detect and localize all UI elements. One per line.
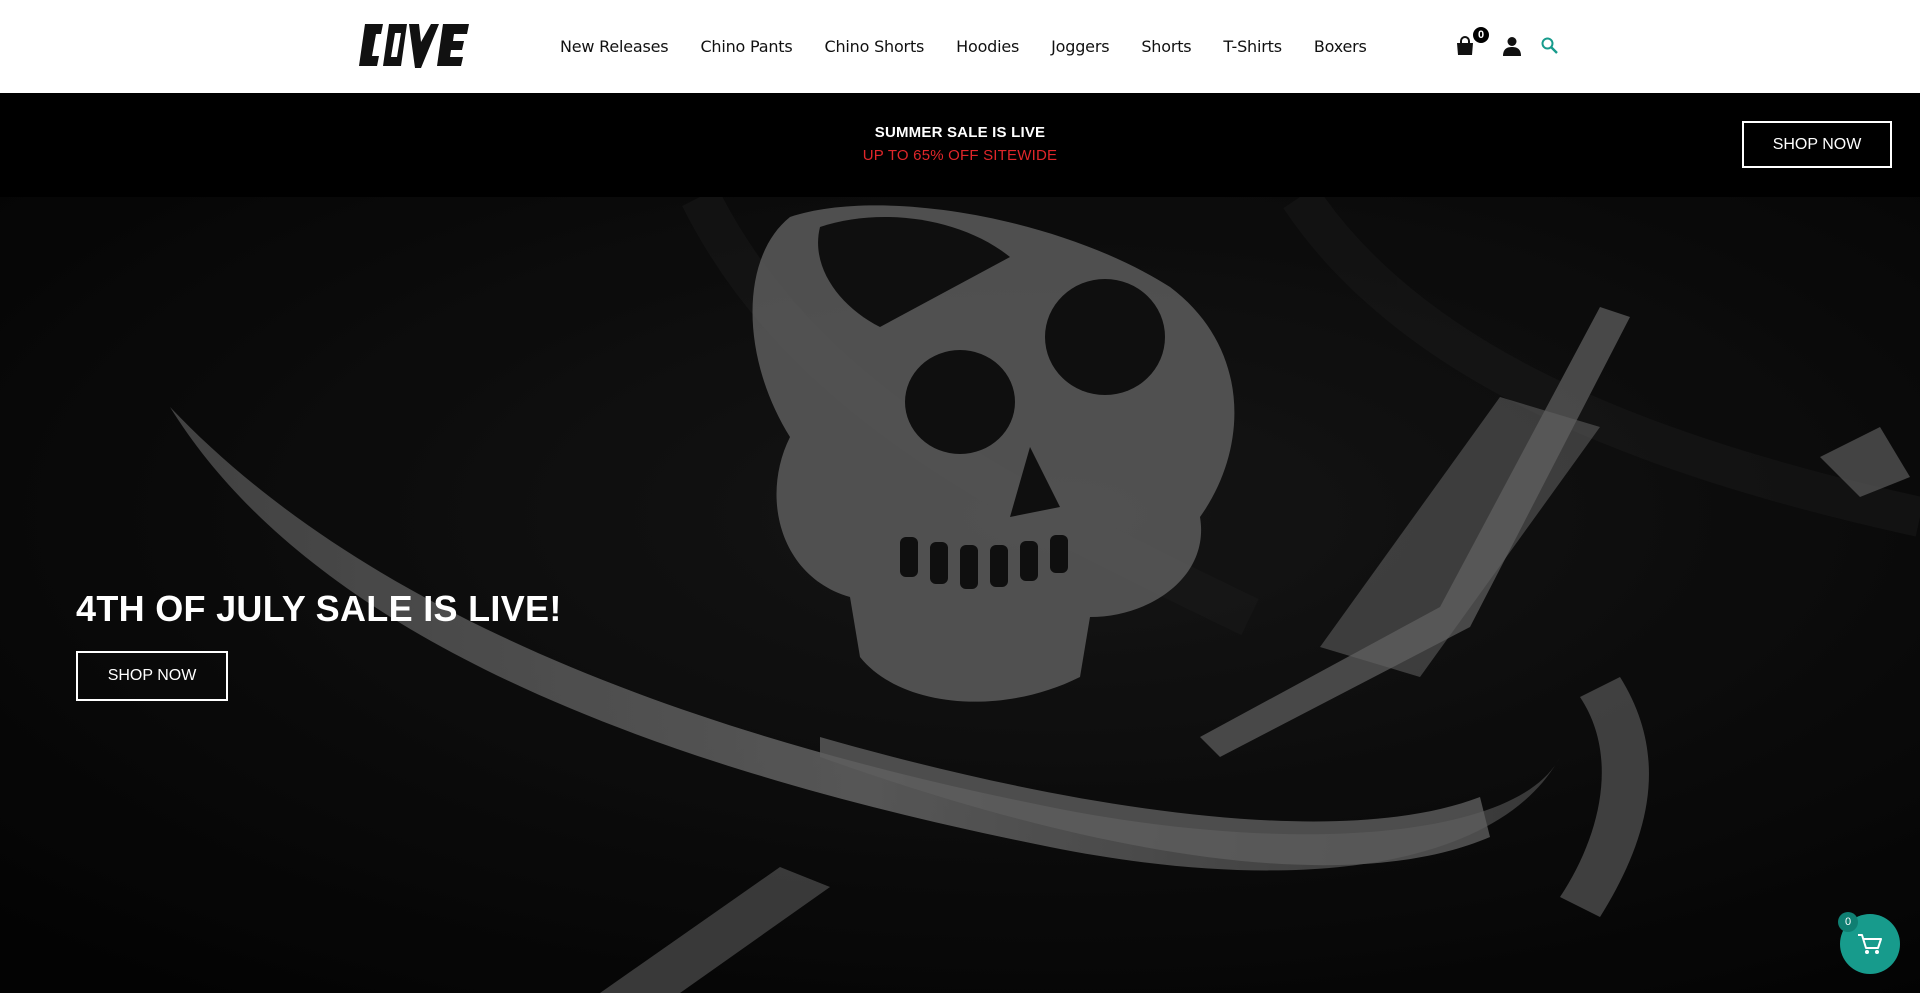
hero-title: 4TH OF JULY SALE IS LIVE!	[76, 588, 562, 629]
main-nav: New Releases Chino Pants Chino Shorts Ho…	[560, 0, 1399, 93]
promo-shop-now-button[interactable]: SHOP NOW	[1742, 121, 1892, 168]
nav-joggers[interactable]: Joggers	[1051, 37, 1109, 56]
nav-boxers[interactable]: Boxers	[1314, 37, 1367, 56]
promo-banner: SUMMER SALE IS LIVE UP TO 65% OFF SITEWI…	[0, 93, 1920, 197]
promo-title: SUMMER SALE IS LIVE	[874, 124, 1046, 141]
hero-shop-now-button[interactable]: SHOP NOW	[76, 651, 228, 701]
site-header: New Releases Chino Pants Chino Shorts Ho…	[0, 0, 1920, 93]
nav-t-shirts[interactable]: T-Shirts	[1223, 37, 1282, 56]
nav-chino-shorts[interactable]: Chino Shorts	[825, 37, 925, 56]
user-icon[interactable]	[1503, 36, 1521, 56]
search-icon[interactable]	[1541, 37, 1558, 54]
cart-icon	[1858, 934, 1882, 954]
logo[interactable]	[359, 22, 471, 72]
nav-chino-pants[interactable]: Chino Pants	[700, 37, 792, 56]
floating-cart-count: 0	[1838, 912, 1858, 932]
cart-count-badge: 0	[1472, 26, 1490, 44]
nav-shorts[interactable]: Shorts	[1141, 37, 1191, 56]
hero-section: 4TH OF JULY SALE IS LIVE! SHOP NOW	[0, 197, 1920, 993]
nav-hoodies[interactable]: Hoodies	[956, 37, 1019, 56]
promo-subtitle: UP TO 65% OFF SITEWIDE	[862, 147, 1058, 164]
nav-new-releases[interactable]: New Releases	[560, 37, 669, 56]
